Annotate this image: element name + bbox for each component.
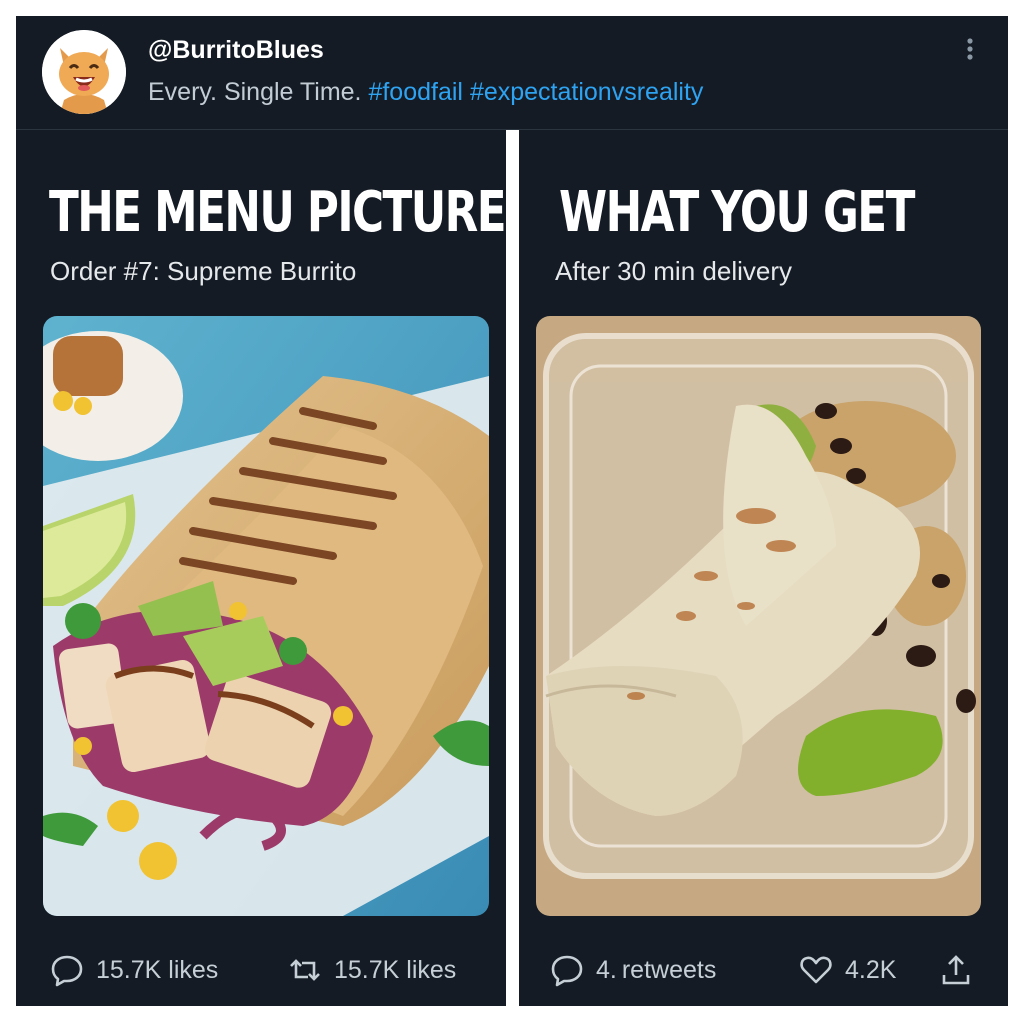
menu-burrito-image[interactable] — [43, 316, 489, 916]
hashtag-expectationvsreality[interactable]: #expectationvsreality — [470, 78, 703, 106]
heart-icon — [800, 956, 832, 984]
post-card: @BurritoBlues Every. Single Time. #foodf… — [16, 16, 1008, 1006]
reply-icon — [551, 955, 583, 987]
reality-title: WHAT YOU GET — [559, 180, 915, 245]
reality-panel: WHAT YOU GET After 30 min delivery 4. re… — [521, 130, 1008, 1006]
retweet-action[interactable]: 15.7K likes — [288, 950, 456, 990]
reply-icon — [51, 955, 83, 987]
post-caption: Every. Single Time. #foodfail #expectati… — [148, 78, 703, 107]
more-options-icon[interactable] — [960, 36, 980, 64]
squashed-burrito-photo-icon — [536, 316, 981, 916]
cat-avatar-icon — [42, 30, 126, 114]
expectation-actions: 15.7K likes 15.7K likes — [16, 950, 504, 990]
reality-subtitle: After 30 min delivery — [555, 256, 792, 286]
panel-divider — [506, 130, 519, 1006]
reply-action[interactable]: 15.7K likes — [50, 950, 218, 990]
reality-actions: 4. retweets 4.2K — [521, 950, 1008, 990]
expectation-title: THE MENU PICTURE — [49, 180, 507, 245]
share-action[interactable] — [939, 950, 985, 990]
like-action[interactable]: 4.2K — [799, 950, 896, 990]
expectation-panel: THE MENU PICTURE Order #7: Supreme Burri… — [16, 130, 507, 1006]
post-header: @BurritoBlues Every. Single Time. #foodf… — [16, 16, 1008, 130]
reply-count: 4. retweets — [596, 955, 717, 984]
grilled-burrito-photo-icon — [43, 316, 489, 916]
user-handle[interactable]: @BurritoBlues — [148, 36, 324, 65]
reply-action[interactable]: 4. retweets — [550, 950, 716, 990]
retweet-icon — [290, 959, 320, 981]
hashtag-foodfail[interactable]: #foodfail — [368, 78, 463, 106]
caption-text: Every. Single Time. — [148, 78, 369, 106]
delivered-burrito-image[interactable] — [536, 316, 981, 916]
like-count: 4.2K — [845, 955, 897, 984]
retweet-count: 15.7K likes — [334, 955, 457, 984]
avatar[interactable] — [42, 30, 126, 114]
expectation-subtitle: Order #7: Supreme Burrito — [50, 256, 357, 286]
share-icon — [942, 955, 970, 985]
reply-count: 15.7K likes — [96, 955, 219, 984]
